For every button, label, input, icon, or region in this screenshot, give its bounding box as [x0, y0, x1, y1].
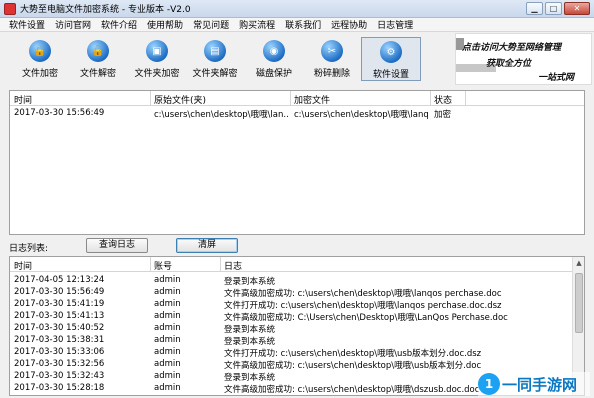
- menu-software-settings[interactable]: 软件设置: [4, 18, 50, 31]
- window-title: 大势至电脑文件加密系统 - 专业版本 -V2.0: [20, 5, 191, 15]
- cell-status: 加密: [434, 110, 452, 120]
- maximize-button[interactable]: □: [545, 2, 562, 15]
- log-account: admin: [154, 335, 181, 345]
- menu-help[interactable]: 使用帮助: [142, 18, 188, 31]
- log-time: 2017-03-30 15:32:43: [14, 371, 105, 381]
- tool-label: 磁盘保护: [255, 69, 292, 79]
- tool-label: 文件夹解密: [192, 69, 238, 79]
- query-log-button[interactable]: 查询日志: [86, 238, 148, 253]
- log-account: admin: [154, 287, 181, 297]
- close-button[interactable]: ✕: [564, 2, 590, 15]
- log-account: admin: [154, 371, 181, 381]
- table-row[interactable]: 2017-03-30 15:56:49 c:\users\chen\deskto…: [10, 107, 584, 120]
- disk-protect-button[interactable]: ◉ 磁盘保护: [244, 37, 304, 81]
- menu-software-intro[interactable]: 软件介绍: [96, 18, 142, 31]
- log-row[interactable]: 2017-03-30 15:41:13 admin 文件高级加密成功: C:\U…: [10, 310, 584, 323]
- log-row[interactable]: 2017-03-30 15:41:19 admin 文件打开成功: c:\use…: [10, 298, 584, 311]
- file-decrypt-button[interactable]: 🔓 文件解密: [68, 37, 128, 81]
- header-status[interactable]: 状态: [434, 93, 452, 106]
- file-encrypt-icon: 🔒: [29, 40, 51, 62]
- log-row[interactable]: 2017-03-30 15:40:52 admin 登录到本系统: [10, 322, 584, 335]
- shred-delete-button[interactable]: ✂ 粉碎删除: [302, 37, 362, 81]
- software-settings-button[interactable]: ⚙ 软件设置: [361, 37, 421, 81]
- log-account: admin: [154, 383, 181, 393]
- menu-purchase[interactable]: 购买流程: [234, 18, 280, 31]
- log-row[interactable]: 2017-03-30 15:38:31 admin 登录到本系统: [10, 334, 584, 347]
- log-time: 2017-03-30 15:56:49: [14, 287, 105, 297]
- header-log[interactable]: 日志: [224, 259, 242, 272]
- log-account: admin: [154, 323, 181, 333]
- menu-remote-assist[interactable]: 远程协助: [326, 18, 372, 31]
- header-encrypted-file[interactable]: 加密文件: [294, 93, 330, 106]
- log-time: 2017-03-30 15:32:56: [14, 359, 105, 369]
- header-time[interactable]: 时间: [14, 93, 32, 106]
- table-header: 时间 原始文件(夹) 加密文件 状态: [10, 91, 584, 106]
- scroll-thumb[interactable]: [575, 273, 583, 333]
- menu-log-management[interactable]: 日志管理: [372, 18, 418, 31]
- settings-icon: ⚙: [380, 41, 402, 63]
- clear-screen-button[interactable]: 清屏: [176, 238, 238, 253]
- app-logo-icon: [4, 2, 16, 15]
- encrypted-files-table[interactable]: 时间 原始文件(夹) 加密文件 状态 2017-03-30 15:56:49 c…: [9, 90, 585, 235]
- header-original-file[interactable]: 原始文件(夹): [154, 93, 206, 106]
- tool-label: 粉碎删除: [313, 69, 350, 79]
- cell-encrypted-file: c:\users\chen\desktop\哦哦\lanqo...: [294, 110, 428, 120]
- log-time: 2017-04-05 12:13:24: [14, 275, 105, 285]
- cell-original-file: c:\users\chen\desktop\哦哦\lan...: [154, 110, 288, 120]
- log-row[interactable]: 2017-03-30 15:33:06 admin 文件打开成功: c:\use…: [10, 346, 584, 359]
- log-account: admin: [154, 299, 181, 309]
- disk-protect-icon: ◉: [263, 40, 285, 62]
- log-table-header: 时间 账号 日志: [10, 257, 573, 272]
- header-account[interactable]: 账号: [154, 259, 172, 272]
- menu-contact[interactable]: 联系我们: [280, 18, 326, 31]
- log-time: 2017-03-30 15:41:19: [14, 299, 105, 309]
- tool-label: 文件加密: [21, 69, 58, 79]
- file-decrypt-icon: 🔓: [87, 40, 109, 62]
- log-time: 2017-03-30 15:28:18: [14, 383, 105, 393]
- banner-line-3: 一站式网: [538, 73, 575, 83]
- tool-label: 文件夹加密: [134, 69, 180, 79]
- minimize-button[interactable]: ▁: [526, 2, 543, 15]
- log-time: 2017-03-30 15:38:31: [14, 335, 105, 345]
- site-watermark: 1 一同手游网: [478, 372, 590, 396]
- header-time[interactable]: 时间: [14, 259, 32, 272]
- watermark-text: 一同手游网: [502, 375, 578, 394]
- folder-decrypt-icon: ▤: [204, 40, 226, 62]
- menu-bar: 软件设置 访问官网 软件介绍 使用帮助 常见问题 购买流程 联系我们 远程协助 …: [0, 18, 594, 32]
- cell-time: 2017-03-30 15:56:49: [14, 108, 105, 118]
- shred-delete-icon: ✂: [321, 40, 343, 62]
- log-time: 2017-03-30 15:40:52: [14, 323, 105, 333]
- tool-label: 文件解密: [79, 69, 116, 79]
- log-time: 2017-03-30 15:33:06: [14, 347, 105, 357]
- menu-visit-website[interactable]: 访问官网: [50, 18, 96, 31]
- banner-line-1: 点击访问大势至网络管理: [462, 43, 562, 53]
- file-encrypt-button[interactable]: 🔒 文件加密: [10, 37, 70, 81]
- title-bar: 大势至电脑文件加密系统 - 专业版本 -V2.0 ▁ □ ✕: [0, 0, 594, 18]
- watermark-logo-icon: 1: [478, 373, 500, 395]
- promo-banner[interactable]: 点击访问大势至网络管理 获取全方位 一站式网: [455, 33, 592, 85]
- folder-encrypt-button[interactable]: ▣ 文件夹加密: [127, 37, 187, 81]
- log-row[interactable]: 2017-04-05 12:13:24 admin 登录到本系统: [10, 274, 584, 287]
- log-row[interactable]: 2017-03-30 15:32:56 admin 文件高级加密成功: c:\u…: [10, 358, 584, 371]
- folder-encrypt-icon: ▣: [146, 40, 168, 62]
- log-list-label: 日志列表:: [9, 244, 49, 254]
- scroll-up-icon[interactable]: ▲: [573, 257, 584, 269]
- log-row[interactable]: 2017-03-30 15:56:49 admin 文件高级加密成功: c:\u…: [10, 286, 584, 299]
- ink-decoration: [456, 64, 496, 72]
- log-account: admin: [154, 347, 181, 357]
- folder-decrypt-button[interactable]: ▤ 文件夹解密: [185, 37, 245, 81]
- log-account: admin: [154, 311, 181, 321]
- tool-label: 软件设置: [372, 70, 409, 80]
- log-account: admin: [154, 275, 181, 285]
- log-time: 2017-03-30 15:41:13: [14, 311, 105, 321]
- log-account: admin: [154, 359, 181, 369]
- log-controls: 日志列表: 查询日志 清屏: [9, 238, 585, 254]
- menu-faq[interactable]: 常见问题: [188, 18, 234, 31]
